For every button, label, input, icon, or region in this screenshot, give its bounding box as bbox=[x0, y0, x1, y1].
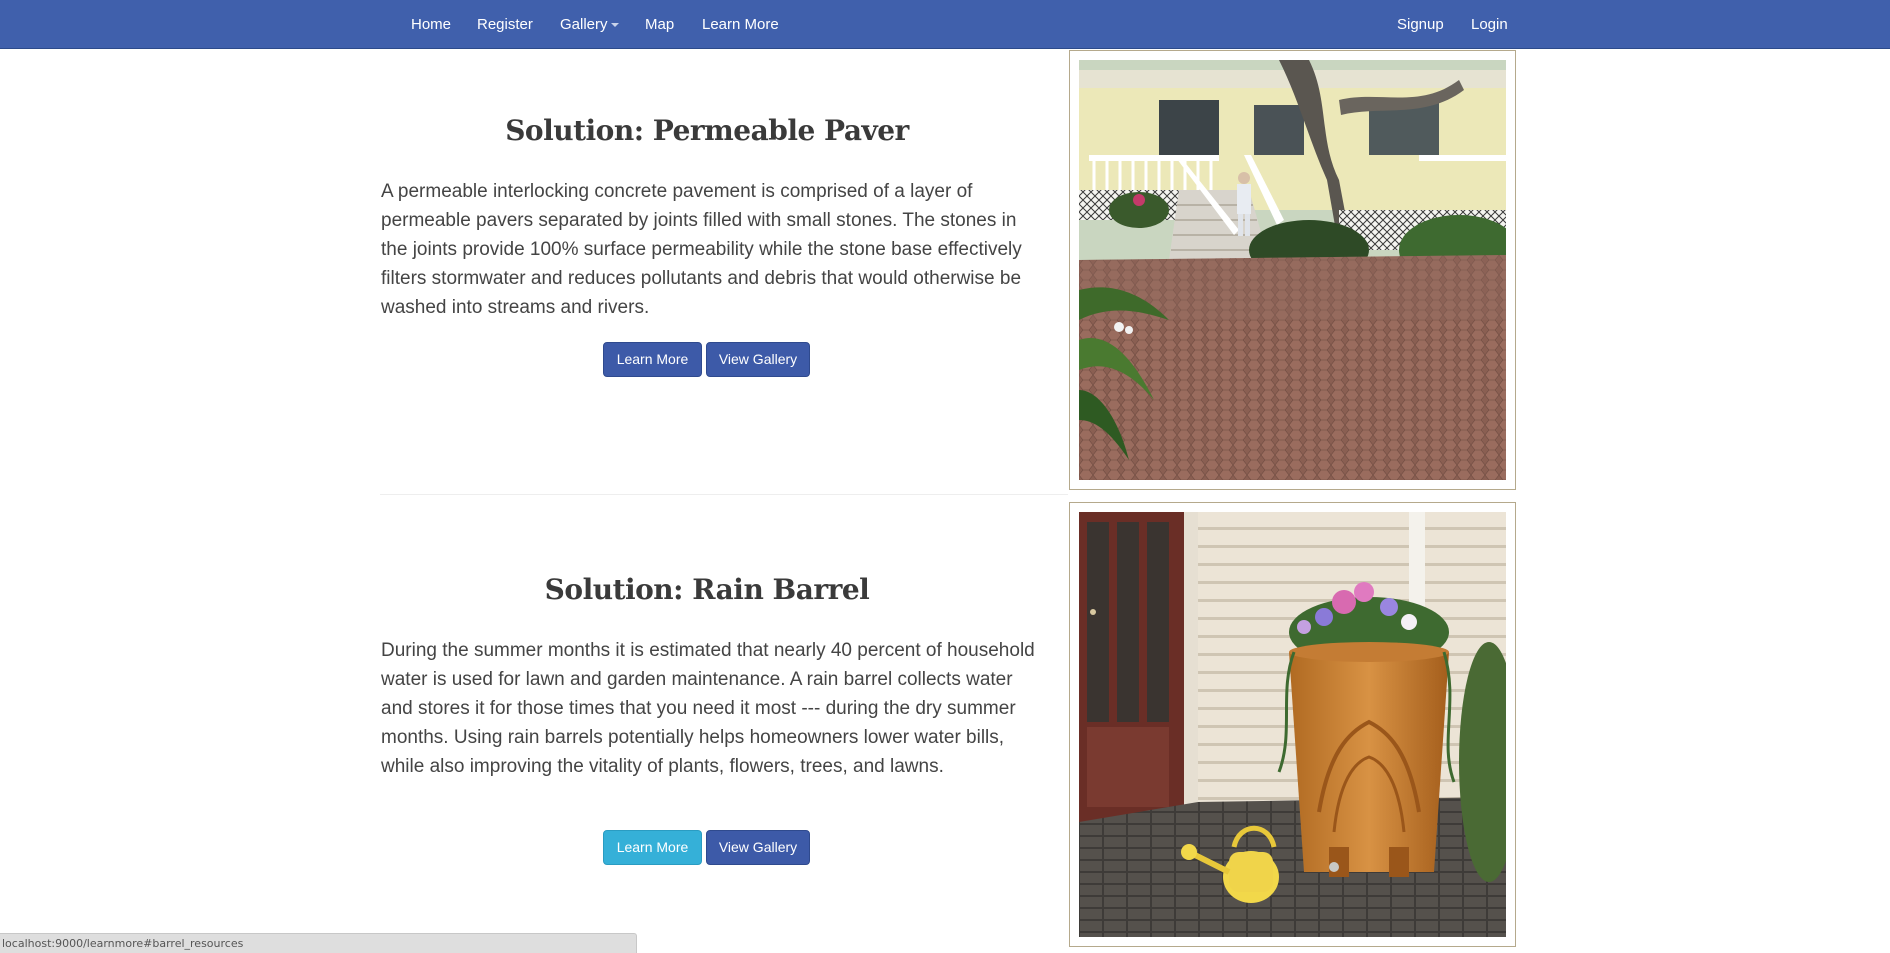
section-divider bbox=[380, 494, 1068, 495]
nav-map-link[interactable]: Map bbox=[645, 0, 674, 49]
permeable-paver-title: Solution: Permeable Paver bbox=[505, 114, 909, 147]
house-paver-driveway-image bbox=[1079, 60, 1506, 480]
rain-barrel-photo bbox=[1069, 502, 1516, 947]
status-url: localhost:9000/learnmore#barrel_resource… bbox=[2, 937, 244, 950]
permeable-paver-photo bbox=[1069, 50, 1516, 490]
nav-signup-link[interactable]: Signup bbox=[1397, 0, 1444, 49]
rain-barrel-learn-more-button[interactable]: Learn More bbox=[603, 830, 702, 865]
browser-status-bar: localhost:9000/learnmore#barrel_resource… bbox=[0, 933, 637, 953]
nav-gallery-dropdown[interactable]: Gallery bbox=[560, 0, 619, 49]
nav-home-link[interactable]: Home bbox=[411, 0, 451, 49]
permeable-paver-description: A permeable interlocking concrete paveme… bbox=[381, 181, 1022, 318]
nav-learn-more-link[interactable]: Learn More bbox=[702, 0, 779, 49]
nav-gallery-label: Gallery bbox=[560, 16, 608, 33]
permeable-paver-view-gallery-button[interactable]: View Gallery bbox=[706, 342, 810, 377]
rain-barrel-planter-image bbox=[1079, 512, 1506, 937]
permeable-paver-learn-more-button[interactable]: Learn More bbox=[603, 342, 702, 377]
chevron-down-icon bbox=[610, 23, 619, 28]
top-navbar: Home Register Gallery Map Learn More Sig… bbox=[0, 0, 1890, 49]
nav-register-link[interactable]: Register bbox=[477, 0, 533, 49]
nav-login-link[interactable]: Login bbox=[1471, 0, 1508, 49]
rain-barrel-view-gallery-button[interactable]: View Gallery bbox=[706, 830, 810, 865]
rain-barrel-description: During the summer months it is estimated… bbox=[381, 640, 1035, 777]
rain-barrel-title: Solution: Rain Barrel bbox=[544, 573, 870, 606]
